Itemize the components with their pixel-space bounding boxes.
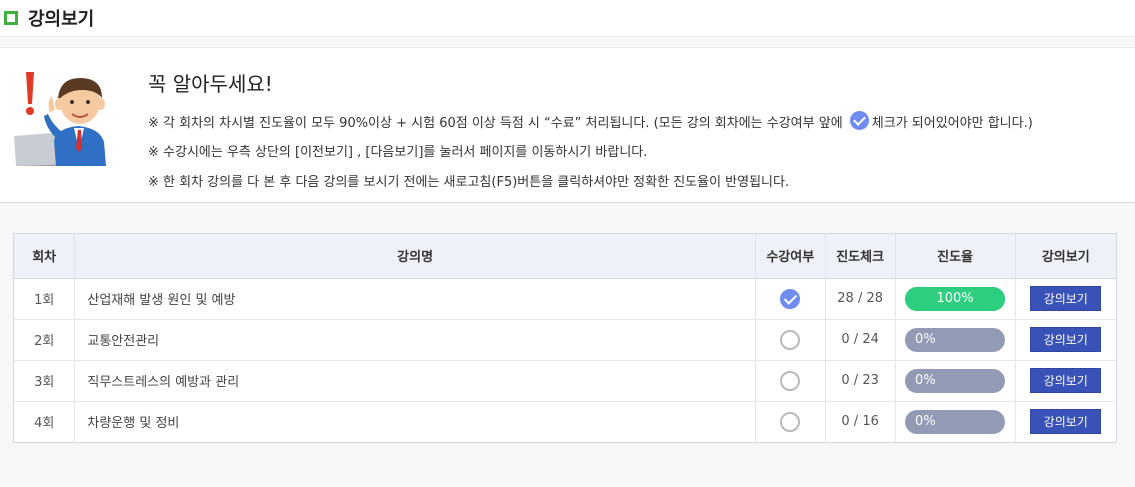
row-attended (755, 278, 826, 320)
notice-line-1-suffix: 체크가 되어있어야만 합니다.) (871, 116, 1033, 131)
row-progress-rate: 0% (895, 360, 1016, 402)
header-progress-rate: 진도율 (895, 234, 1016, 279)
page-title: 강의보기 (28, 9, 95, 30)
view-lecture-button[interactable]: 강의보기 (1030, 327, 1102, 352)
table-row: 4회 차량운행 및 정비 0 / 16 0% 강의보기 (14, 401, 1116, 442)
notice-line-3: ※ 한 회차 강의를 다 본 후 다음 강의를 보시기 전에는 새로고침(F5)… (148, 175, 790, 190)
table-row: 1회 산업재해 발생 원인 및 예방 28 / 28 100% 강의보기 (14, 278, 1116, 320)
row-lecture-name: 차량운행 및 정비 (74, 401, 756, 442)
row-view: 강의보기 (1015, 319, 1116, 361)
row-progress-rate: 0% (895, 319, 1016, 361)
row-round: 4회 (14, 401, 76, 442)
page-header: 강의보기 (0, 0, 1135, 37)
progress-bar: 100% (905, 286, 1006, 311)
businessman-laptop-icon (14, 72, 106, 166)
check-circle-icon (780, 370, 801, 391)
row-progress-check: 0 / 23 (825, 360, 896, 402)
check-circle-icon (780, 288, 801, 309)
row-lecture-name: 산업재해 발생 원인 및 예방 (74, 278, 756, 320)
row-progress-rate: 0% (895, 401, 1016, 442)
header-attended: 수강여부 (755, 234, 826, 279)
progress-bar-label: 0% (915, 331, 936, 347)
row-round: 2회 (14, 319, 76, 361)
row-progress-rate: 100% (895, 278, 1016, 320)
notice-line-2: ※ 수강시에는 우측 상단의 [이전보기] , [다음보기]를 눌러서 페이지를… (148, 145, 648, 160)
row-lecture-name: 교통안전관리 (74, 319, 756, 361)
check-circle-icon (780, 411, 801, 432)
header-lecture-name: 강의명 (74, 234, 756, 279)
check-icon (849, 111, 869, 130)
progress-bar-label: 0% (915, 372, 936, 388)
row-progress-check: 0 / 16 (825, 401, 896, 442)
notice-line-1: ※ 각 회차의 차시별 진도율이 모두 90%이상 + 시험 60점 이상 득점… (148, 111, 1033, 131)
table-header-row: 회차 강의명 수강여부 진도체크 진도율 강의보기 (14, 234, 1116, 279)
progress-bar: 0% (905, 368, 1006, 393)
progress-bar: 0% (905, 327, 1006, 352)
header-view: 강의보기 (1015, 234, 1116, 279)
row-attended (755, 319, 826, 361)
lecture-table-container: 회차 강의명 수강여부 진도체크 진도율 강의보기 1회 산업재해 발생 원인 … (13, 233, 1117, 443)
row-progress-check: 28 / 28 (825, 278, 896, 320)
view-lecture-button[interactable]: 강의보기 (1030, 368, 1102, 393)
header-round: 회차 (14, 234, 76, 279)
progress-bar: 0% (905, 409, 1006, 434)
row-round: 3회 (14, 360, 76, 402)
table-row: 2회 교통안전관리 0 / 24 0% 강의보기 (14, 319, 1116, 361)
progress-bar-label: 0% (915, 413, 936, 429)
view-lecture-button[interactable]: 강의보기 (1030, 286, 1102, 311)
row-progress-check: 0 / 24 (825, 319, 896, 361)
notice-heading: 꼭 알아두세요! (148, 72, 273, 96)
header-progress-check: 진도체크 (825, 234, 896, 279)
row-view: 강의보기 (1015, 278, 1116, 320)
notice-line-1-text: ※ 각 회차의 차시별 진도율이 모두 90%이상 + 시험 60점 이상 득점… (148, 116, 843, 131)
row-view: 강의보기 (1015, 360, 1116, 402)
view-lecture-button[interactable]: 강의보기 (1030, 409, 1102, 435)
notice-panel: 꼭 알아두세요! ※ 각 회차의 차시별 진도율이 모두 90%이상 + 시험 … (0, 47, 1135, 203)
lecture-table: 회차 강의명 수강여부 진도체크 진도율 강의보기 1회 산업재해 발생 원인 … (14, 234, 1116, 442)
title-square-icon (4, 11, 18, 25)
row-round: 1회 (14, 278, 76, 320)
row-attended (755, 401, 826, 442)
progress-bar-label: 100% (936, 290, 974, 306)
check-circle-icon (780, 329, 801, 350)
row-view: 강의보기 (1015, 401, 1116, 442)
row-attended (755, 360, 826, 402)
row-lecture-name: 직무스트레스의 예방과 관리 (74, 360, 756, 402)
table-row: 3회 직무스트레스의 예방과 관리 0 / 23 0% 강의보기 (14, 360, 1116, 402)
